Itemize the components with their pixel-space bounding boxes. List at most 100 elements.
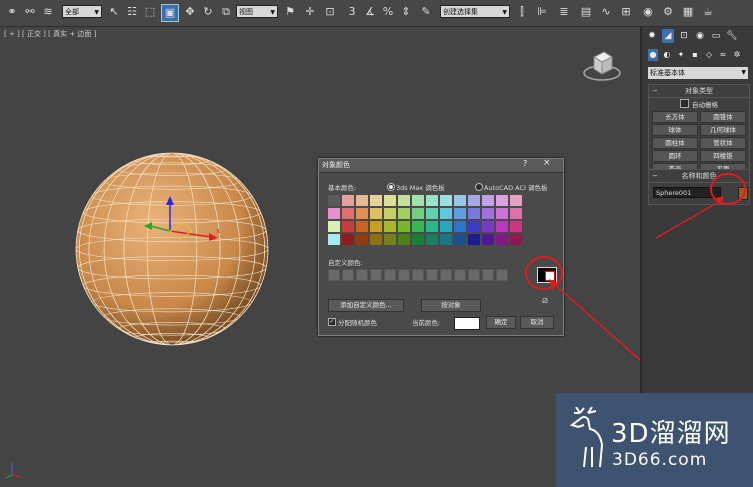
- radio-aci-palette[interactable]: [475, 183, 483, 191]
- dialog-titlebar[interactable]: 对象颜色 ? ×: [319, 158, 563, 173]
- name-color-title[interactable]: − 名称和颜色: [649, 170, 749, 183]
- palette-color-cell[interactable]: [454, 208, 466, 219]
- palette-color-cell[interactable]: [384, 208, 396, 219]
- custom-color-cell[interactable]: [426, 269, 438, 281]
- palette-color-cell[interactable]: [342, 234, 354, 245]
- object-color-swatch[interactable]: [738, 187, 748, 200]
- named-selection-dropdown[interactable]: 创建选择集 ▼: [440, 5, 510, 18]
- palette-color-cell[interactable]: [440, 221, 452, 232]
- primitive-type-dropdown[interactable]: 标准基本体 ▼: [648, 67, 748, 79]
- angle-snap-icon[interactable]: ∡: [362, 4, 378, 20]
- display-tab-icon[interactable]: ▭: [710, 29, 722, 43]
- lights-icon[interactable]: ✦: [676, 49, 686, 61]
- utilities-tab-icon[interactable]: 🔧︎: [726, 29, 738, 43]
- move-icon[interactable]: ✥: [182, 4, 198, 20]
- custom-color-cell[interactable]: [468, 269, 480, 281]
- window-crossing-icon[interactable]: ▣: [161, 4, 179, 22]
- layer-icon[interactable]: ≣: [556, 4, 572, 20]
- bind-icon[interactable]: ≋: [40, 4, 56, 20]
- viewport-label[interactable]: [ + ] [ 正交 ] [ 真实 + 边面 ]: [4, 29, 96, 39]
- palette-color-cell[interactable]: [398, 208, 410, 219]
- palette-color-cell[interactable]: [426, 195, 438, 206]
- current-custom-swatch[interactable]: [537, 267, 557, 283]
- palette-color-cell[interactable]: [496, 208, 508, 219]
- palette-color-cell[interactable]: [328, 195, 340, 206]
- palette-color-cell[interactable]: [370, 208, 382, 219]
- move-gizmo-icon[interactable]: x: [136, 193, 226, 253]
- palette-color-cell[interactable]: [398, 234, 410, 245]
- palette-color-cell[interactable]: [356, 208, 368, 219]
- scale-icon[interactable]: ⧉: [218, 4, 234, 20]
- reference-coord-dropdown[interactable]: 视图 ▼: [236, 5, 278, 18]
- close-button[interactable]: ×: [543, 158, 551, 168]
- palette-color-cell[interactable]: [510, 221, 522, 232]
- add-custom-color-button[interactable]: 添加自定义颜色...: [328, 299, 404, 312]
- autogrid-checkbox[interactable]: 自动栅格: [649, 98, 749, 109]
- tube-button[interactable]: 管状体: [700, 137, 746, 149]
- palette-color-cell[interactable]: [356, 221, 368, 232]
- viewcube-icon[interactable]: [582, 45, 622, 85]
- render-frame-icon[interactable]: ▦: [680, 4, 696, 20]
- cancel-button[interactable]: 取消: [520, 316, 554, 329]
- palette-color-cell[interactable]: [454, 221, 466, 232]
- assign-random-label[interactable]: 分配随机颜色: [338, 317, 377, 327]
- cone-button[interactable]: 圆锥体: [700, 111, 746, 123]
- helpers-icon[interactable]: ◇: [704, 49, 714, 61]
- select-manip-icon[interactable]: ✛: [302, 4, 318, 20]
- palette-color-cell[interactable]: [384, 221, 396, 232]
- rotate-icon[interactable]: ↻: [200, 4, 216, 20]
- palette-color-cell[interactable]: [412, 221, 424, 232]
- palette-color-cell[interactable]: [510, 195, 522, 206]
- mirror-icon[interactable]: ⫿: [514, 4, 530, 20]
- torus-button[interactable]: 圆环: [652, 150, 698, 162]
- object-type-title[interactable]: − 对象类型: [649, 85, 749, 98]
- custom-color-cell[interactable]: [384, 269, 396, 281]
- curve-editor-icon[interactable]: ∿: [598, 4, 614, 20]
- align-icon[interactable]: ⊫: [534, 4, 550, 20]
- palette-color-cell[interactable]: [482, 221, 494, 232]
- palette-color-cell[interactable]: [398, 195, 410, 206]
- systems-icon[interactable]: ✲: [732, 49, 742, 61]
- object-name-input[interactable]: Sphere001: [653, 187, 721, 198]
- palette-color-cell[interactable]: [468, 195, 480, 206]
- selection-filter-dropdown[interactable]: 全部 ▼: [62, 5, 102, 18]
- render-icon[interactable]: ☕: [700, 4, 716, 20]
- assign-random-checkbox[interactable]: ✓: [328, 318, 336, 326]
- ok-button[interactable]: 确定: [486, 316, 516, 329]
- box-button[interactable]: 长方体: [652, 111, 698, 123]
- link-icon[interactable]: ⚭: [4, 4, 20, 20]
- select-by-color-button[interactable]: 按对象: [421, 299, 481, 312]
- palette-color-cell[interactable]: [328, 221, 340, 232]
- current-color-swatch[interactable]: [454, 317, 480, 330]
- palette-color-cell[interactable]: [370, 195, 382, 206]
- palette-color-cell[interactable]: [342, 208, 354, 219]
- geosphere-button[interactable]: 几何球体: [700, 124, 746, 136]
- palette-color-cell[interactable]: [384, 234, 396, 245]
- cylinder-button[interactable]: 圆柱体: [652, 137, 698, 149]
- palette-color-cell[interactable]: [482, 195, 494, 206]
- sphere-button[interactable]: 球体: [652, 124, 698, 136]
- render-setup-icon[interactable]: ⚙: [660, 4, 676, 20]
- spacewarps-icon[interactable]: ≈: [718, 49, 728, 61]
- spinner-snap-icon[interactable]: ⇕: [398, 4, 414, 20]
- unlink-icon[interactable]: ⚯: [22, 4, 38, 20]
- palette-color-cell[interactable]: [468, 208, 480, 219]
- custom-color-cell[interactable]: [370, 269, 382, 281]
- palette-color-cell[interactable]: [440, 234, 452, 245]
- palette-color-cell[interactable]: [398, 221, 410, 232]
- snap-icon[interactable]: 3: [344, 4, 360, 20]
- palette-color-cell[interactable]: [412, 208, 424, 219]
- palette-color-cell[interactable]: [510, 234, 522, 245]
- pivot-icon[interactable]: ⚑: [282, 4, 298, 20]
- collapse-icon[interactable]: −: [652, 170, 658, 182]
- palette-color-cell[interactable]: [384, 195, 396, 206]
- palette-color-cell[interactable]: [426, 221, 438, 232]
- palette-color-cell[interactable]: [426, 234, 438, 245]
- palette-color-cell[interactable]: [342, 195, 354, 206]
- pyramid-button[interactable]: 四棱锥: [700, 150, 746, 162]
- geometry-icon[interactable]: ●: [648, 49, 658, 61]
- palette-color-cell[interactable]: [412, 234, 424, 245]
- palette-color-cell[interactable]: [510, 208, 522, 219]
- create-tab-icon[interactable]: ✸: [646, 29, 658, 43]
- palette-color-cell[interactable]: [482, 234, 494, 245]
